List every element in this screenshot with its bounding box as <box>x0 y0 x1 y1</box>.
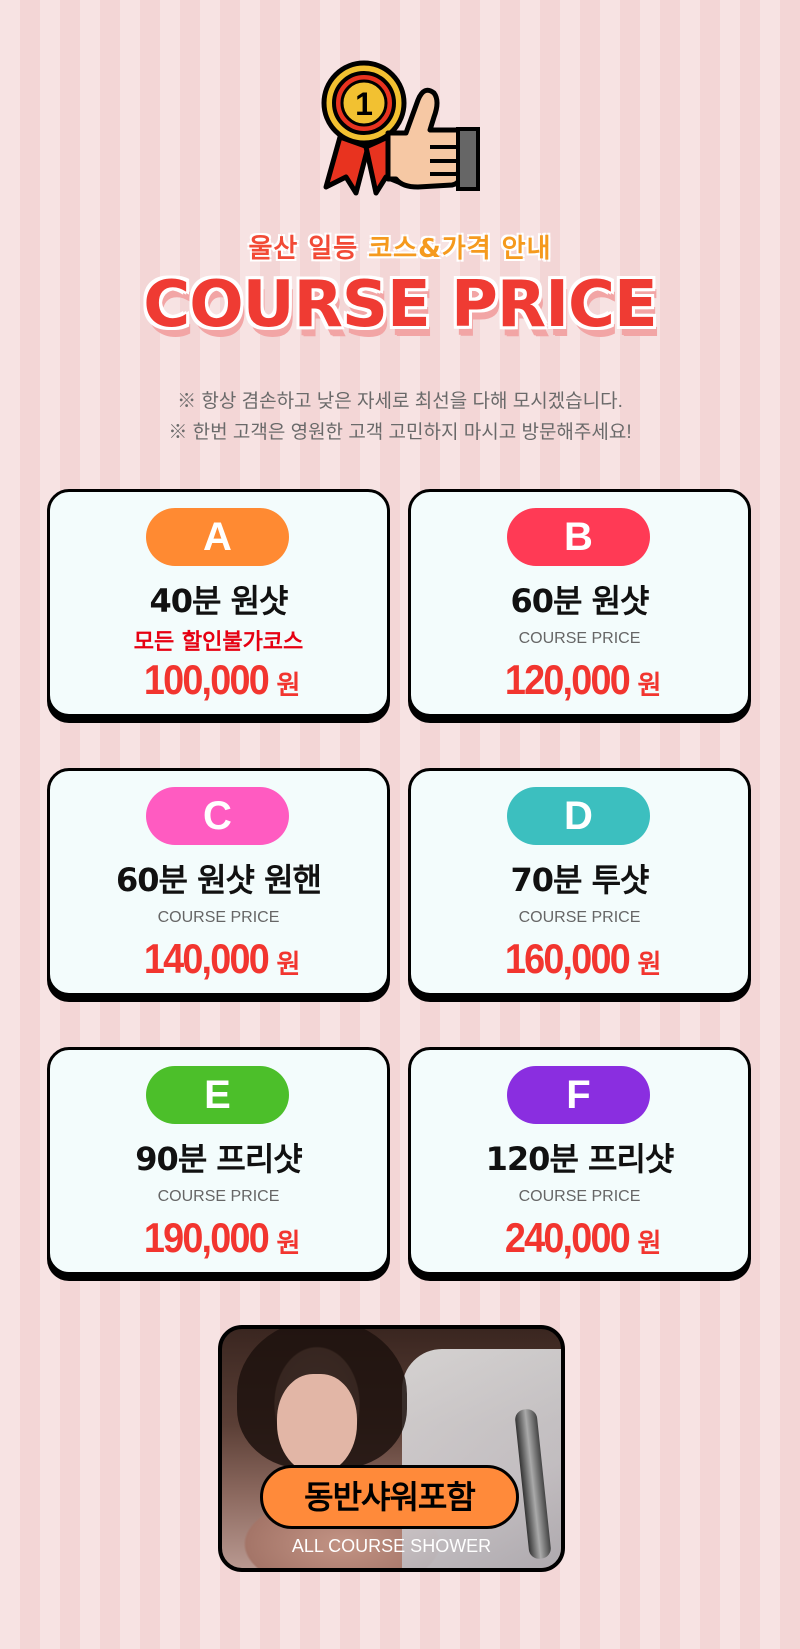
course-price: 120,000 원 <box>411 656 748 704</box>
course-card-b[interactable]: B 60분 원샷 COURSE PRICE 120,000 원 <box>408 489 751 717</box>
price-value: 240,000 <box>504 1214 631 1261</box>
course-subtitle: COURSE PRICE <box>518 1188 641 1205</box>
shower-caption: ALL COURSE SHOWER <box>291 1536 492 1556</box>
course-card-f[interactable]: F 120분 프리샷 COURSE PRICE 240,000 원 <box>408 1047 751 1275</box>
person-face-image <box>277 1374 357 1474</box>
course-title: 60분 원샷 원핸 <box>115 861 322 899</box>
course-title: 90분 프리샷 <box>135 1140 302 1178</box>
course-price: 160,000 원 <box>411 935 748 983</box>
course-subtitle: COURSE PRICE <box>157 1188 280 1205</box>
course-card-e[interactable]: E 90분 프리샷 COURSE PRICE 190,000 원 <box>47 1047 390 1275</box>
course-price: 240,000 원 <box>411 1214 748 1262</box>
shower-included-badge: 동반샤워포함 <box>260 1465 519 1529</box>
course-subtitle: COURSE PRICE <box>157 909 280 926</box>
course-card-c[interactable]: C 60분 원샷 원핸 COURSE PRICE 140,000 원 <box>47 768 390 996</box>
page-title: COURSE PRICE <box>143 268 657 342</box>
course-title: 40분 원샷 <box>149 582 289 620</box>
course-letter-badge: A <box>146 508 289 566</box>
medal-thumbs-up-icon: 1 <box>321 60 480 196</box>
course-letter-badge: B <box>507 508 650 566</box>
course-letter-badge: C <box>146 787 289 845</box>
course-letter-badge: E <box>146 1066 289 1124</box>
price-unit: 원 <box>276 950 301 980</box>
subtitle-text: 울산 일등 <box>248 234 369 264</box>
notice-line-2: ※ 한번 고객은 영원한 고객 고민하지 마시고 방문해주세요! <box>168 422 632 443</box>
price-value: 190,000 <box>143 1214 270 1261</box>
price-value: 100,000 <box>143 656 270 703</box>
course-price: 190,000 원 <box>50 1214 387 1262</box>
course-title: 60분 원샷 <box>510 582 650 620</box>
price-unit: 원 <box>637 671 662 701</box>
price-unit: 원 <box>276 1229 301 1259</box>
shower-photo <box>218 1325 565 1572</box>
course-subtitle: COURSE PRICE <box>518 909 641 926</box>
price-unit: 원 <box>637 1229 662 1259</box>
course-subtitle: COURSE PRICE <box>518 630 641 647</box>
course-card-a[interactable]: A 40분 원샷 모든 할인불가코스 100,000 원 <box>47 489 390 717</box>
course-price: 140,000 원 <box>50 935 387 983</box>
course-note: 모든 할인불가코스 <box>133 630 304 655</box>
course-card-d[interactable]: D 70분 투샷 COURSE PRICE 160,000 원 <box>408 768 751 996</box>
hero-subtitle: 울산 일등 코스&가격 안내 <box>0 228 800 265</box>
course-price: 100,000 원 <box>50 656 387 704</box>
price-unit: 원 <box>276 671 301 701</box>
price-unit: 원 <box>637 950 662 980</box>
notice-line-1: ※ 항상 겸손하고 낮은 자세로 최선을 다해 모시겠습니다. <box>177 391 623 412</box>
course-title: 70분 투샷 <box>510 861 650 899</box>
course-letter-badge: D <box>507 787 650 845</box>
price-value: 140,000 <box>143 935 270 982</box>
hero-section: 1 울산 일등 코스&가격 안내 COURSE PRICE ※ 항상 겸손하고 … <box>0 0 800 470</box>
price-value: 160,000 <box>504 935 631 982</box>
subtitle-highlight: 코스&가격 안내 <box>368 234 552 264</box>
price-value: 120,000 <box>504 656 631 703</box>
course-letter-badge: F <box>507 1066 650 1124</box>
course-title: 120분 프리샷 <box>485 1140 675 1178</box>
medal-number: 1 <box>355 86 373 122</box>
notice-text: ※ 항상 겸손하고 낮은 자세로 최선을 다해 모시겠습니다. ※ 한번 고객은… <box>0 386 800 448</box>
